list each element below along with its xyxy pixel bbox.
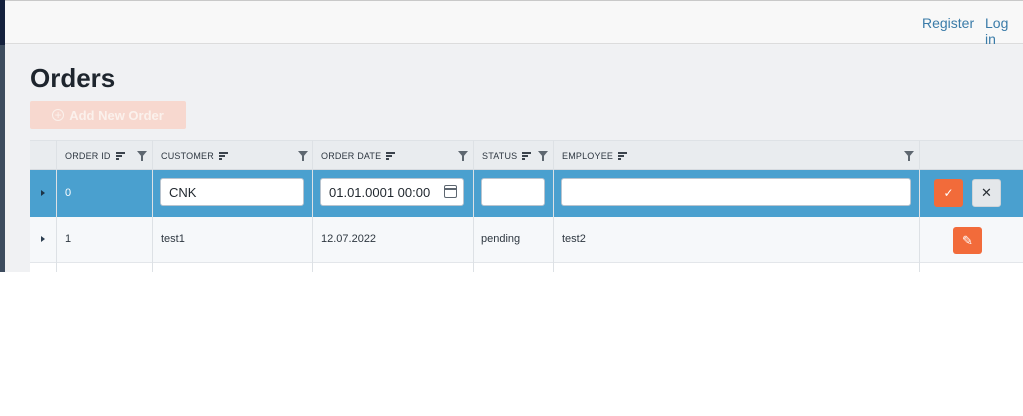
- caret-right-icon[interactable]: [41, 236, 45, 242]
- main-content: Orders + Add New Order ORDER ID CUSTOMER: [5, 45, 1023, 272]
- employee-cell: test2: [562, 233, 586, 245]
- column-divider: [312, 140, 313, 272]
- filter-icon[interactable]: [458, 151, 468, 161]
- page-title: Orders: [30, 63, 116, 93]
- table-row: [30, 263, 1023, 272]
- edit-row: 0 CNK 01.01.0001 00:00 ✓ ✕: [30, 170, 1023, 217]
- cancel-button[interactable]: ✕: [972, 179, 1001, 207]
- customer-input[interactable]: CNK: [160, 178, 304, 206]
- status-cell: pending: [481, 233, 521, 245]
- edit-button[interactable]: ✎: [953, 227, 982, 254]
- calendar-icon[interactable]: [444, 185, 457, 198]
- filter-icon[interactable]: [298, 151, 308, 161]
- sort-icon[interactable]: [115, 152, 125, 160]
- check-icon: ✓: [943, 186, 954, 200]
- login-link[interactable]: Log in: [985, 15, 1023, 47]
- filter-icon[interactable]: [904, 151, 914, 161]
- grid-header: ORDER ID CUSTOMER ORDER DATE STATUS EMPL…: [30, 140, 1023, 170]
- customer-cell: test1: [161, 233, 185, 245]
- top-navbar: Register Log in: [5, 0, 1023, 47]
- register-link[interactable]: Register: [922, 15, 974, 31]
- table-row[interactable]: 1 test1 12.07.2022 pending test2 ✎: [30, 217, 1023, 263]
- filter-icon[interactable]: [137, 151, 147, 161]
- filter-icon[interactable]: [538, 151, 548, 161]
- add-new-order-label: Add New Order: [69, 107, 164, 123]
- sort-icon[interactable]: [218, 152, 228, 160]
- column-divider: [56, 140, 57, 272]
- order-id-value: 0: [65, 187, 72, 199]
- app-window: Register Log in Orders + Add New Order O…: [0, 0, 1023, 272]
- column-header-status[interactable]: STATUS: [482, 141, 532, 171]
- close-icon: ✕: [981, 185, 992, 200]
- column-header-order-id[interactable]: ORDER ID: [65, 141, 125, 171]
- save-button[interactable]: ✓: [934, 179, 963, 207]
- plus-circle-icon: +: [52, 109, 65, 121]
- employee-input[interactable]: [561, 178, 911, 206]
- column-header-order-date[interactable]: ORDER DATE: [321, 141, 396, 171]
- order-date-input[interactable]: 01.01.0001 00:00: [320, 178, 464, 206]
- order-id-cell: 1: [65, 233, 72, 245]
- pencil-icon: ✎: [962, 232, 973, 248]
- column-header-customer[interactable]: CUSTOMER: [161, 141, 228, 171]
- column-divider: [152, 140, 153, 272]
- sort-icon[interactable]: [522, 152, 532, 160]
- caret-right-icon[interactable]: [41, 190, 45, 196]
- column-header-employee[interactable]: EMPLOYEE: [562, 141, 628, 171]
- column-divider: [553, 140, 554, 272]
- sort-icon[interactable]: [618, 152, 628, 160]
- orders-grid: ORDER ID CUSTOMER ORDER DATE STATUS EMPL…: [30, 140, 1023, 272]
- order-date-cell: 12.07.2022: [321, 233, 377, 245]
- column-divider: [473, 140, 474, 272]
- status-input[interactable]: [481, 178, 545, 206]
- column-divider: [919, 140, 920, 272]
- add-new-order-button[interactable]: + Add New Order: [30, 101, 186, 129]
- sort-icon[interactable]: [386, 152, 396, 160]
